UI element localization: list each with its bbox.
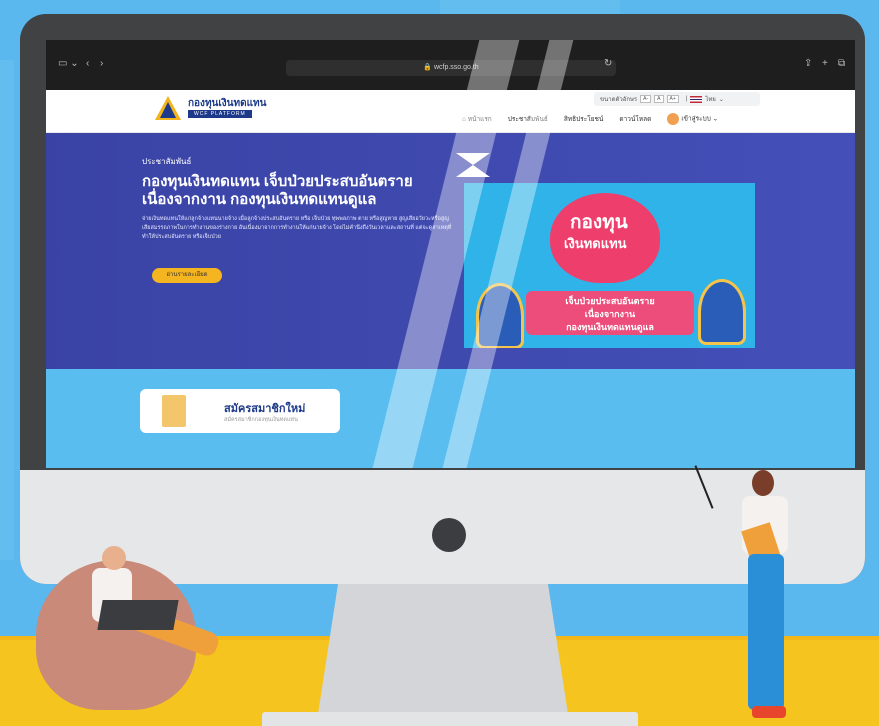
register-card[interactable]: สมัครสมาชิกใหม่ สมัครสมาชิกกองทุนเงินทดแ… <box>140 389 340 433</box>
share-icon[interactable]: ⇪ <box>804 58 812 69</box>
mascot-right <box>698 279 746 345</box>
register-title: สมัครสมาชิกใหม่ <box>224 403 306 415</box>
logo-icon[interactable] <box>154 95 182 121</box>
monitor-stand <box>318 584 568 714</box>
chevron-down-icon: ⌄ <box>712 115 719 123</box>
text-size-control: ขนาดตัวอักษร A- A A+ | ไทย ⌄ <box>594 92 760 106</box>
avatar <box>667 113 680 125</box>
text-size-decrease-button[interactable]: A- <box>640 95 652 103</box>
chevron-down-icon: ⌄ <box>718 96 724 103</box>
person-right-head <box>752 470 774 496</box>
poster-ribbon-line2: เนื่องจากงาน <box>584 309 636 319</box>
text-size-normal-button[interactable]: A <box>654 95 664 103</box>
clipboard-icon <box>162 395 186 427</box>
site-header: กองทุนเงินทดแทน WCF PLATFORM ขนาดตัวอักษ… <box>46 90 855 133</box>
text-size-label: ขนาดตัวอักษร <box>600 97 638 103</box>
new-tab-icon[interactable]: + <box>822 58 828 69</box>
thai-flag-icon <box>690 95 703 103</box>
forward-icon[interactable]: › <box>100 58 103 69</box>
logo-text[interactable]: กองทุนเงินทดแทน <box>188 96 266 111</box>
hero-description: จ่ายเงินทดแทนให้แก่ลูกจ้างแทนนายจ้าง เมื… <box>142 216 452 240</box>
person-left-head <box>102 546 126 570</box>
register-subtitle: สมัครสมาชิกกองทุนเงินทดแทน <box>224 417 298 423</box>
poster-subtitle: เงินทดแทน <box>564 236 627 251</box>
login-label: เข้าสู่ระบบ <box>681 115 711 123</box>
logo-subtitle: WCF PLATFORM <box>188 110 252 118</box>
sidebar-icon[interactable]: ▭ ⌄ <box>58 58 79 69</box>
poster-ribbon-line3: กองทุนเงินทดแทนดูแล <box>566 322 654 332</box>
laptop <box>97 600 179 630</box>
browser-toolbar: ▭ ⌄ ‹ › 🔒 wcfp.sso.go.th ↻ ⇪ + ⧉ <box>46 40 855 90</box>
text-size-increase-button[interactable]: A+ <box>666 95 679 103</box>
back-icon[interactable]: ‹ <box>86 58 89 69</box>
tabs-icon[interactable]: ⧉ <box>838 58 845 69</box>
reload-icon[interactable]: ↻ <box>604 58 612 69</box>
nav-benefits[interactable]: สิทธิประโยชน์ <box>564 114 603 124</box>
power-button <box>432 518 466 552</box>
login-button[interactable]: เข้าสู่ระบบ ⌄ <box>667 113 718 125</box>
person-right-shoes <box>752 706 786 718</box>
monitor-base <box>262 712 638 726</box>
background-panel <box>0 60 14 560</box>
nav-download[interactable]: ดาวน์โหลด <box>619 114 651 124</box>
poster-ribbon-line1: เจ็บป่วยประสบอันตราย <box>565 296 655 306</box>
language-select[interactable]: ไทย <box>705 94 716 104</box>
person-right-jeans <box>748 554 784 710</box>
hero-section-label: ประชาสัมพันธ์ <box>142 157 192 166</box>
hero-title: กองทุนเงินทดแทน เจ็บป่วยประสบอันตรายเนื่… <box>142 173 413 208</box>
read-more-button[interactable]: อ่านรายละเอียด <box>152 268 222 283</box>
website-screen: ▭ ⌄ ‹ › 🔒 wcfp.sso.go.th ↻ ⇪ + ⧉ กองทุนเ… <box>46 40 855 468</box>
